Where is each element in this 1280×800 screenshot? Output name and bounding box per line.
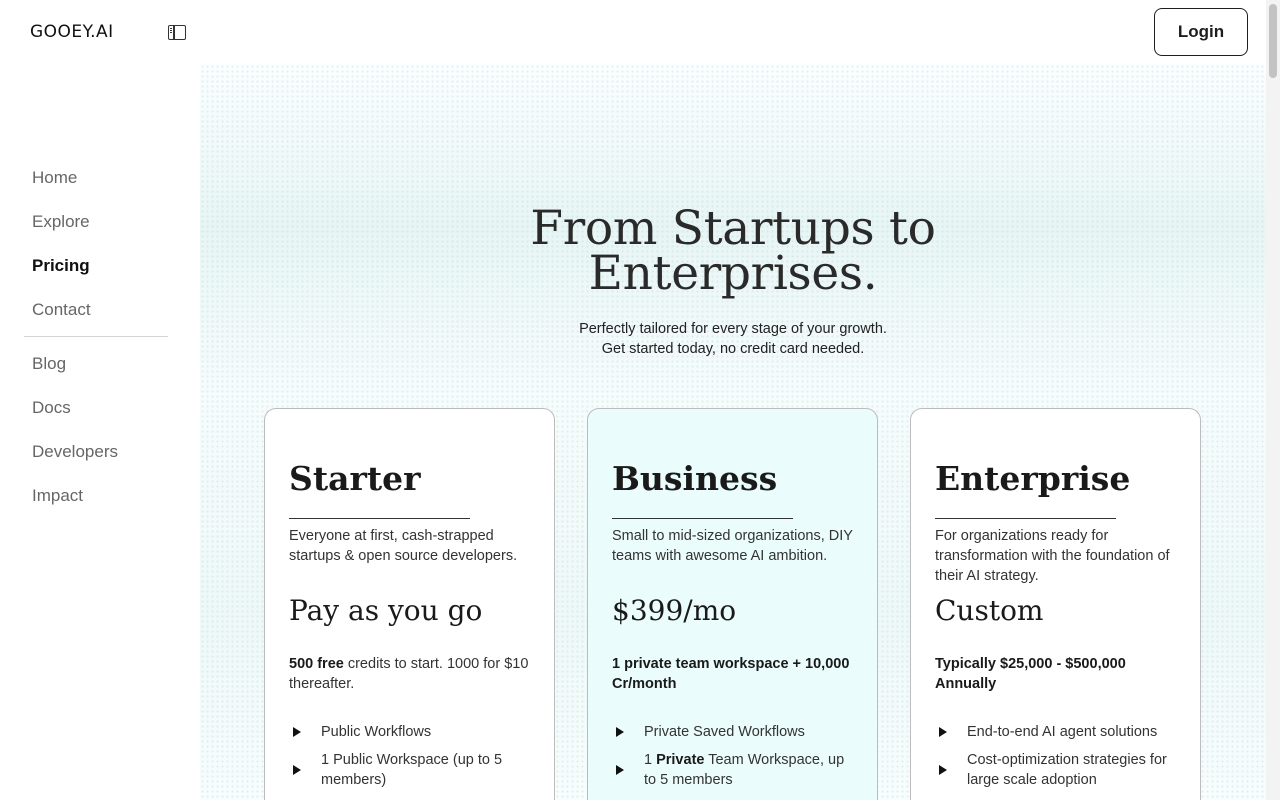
plan-divider <box>289 518 470 520</box>
plan-feature: End-to-end AI agent solutions <box>935 722 1185 742</box>
caret-right-icon <box>939 765 947 775</box>
plan-credits: 500 free credits to start. 1000 for $10 … <box>289 654 539 694</box>
plan-description: For organizations ready for transformati… <box>935 528 1170 584</box>
plan-card-enterprise: Enterprise For organizations ready for t… <box>910 408 1201 800</box>
plan-feature-text: Private Saved Workflows <box>644 724 805 740</box>
sidebar-item-home[interactable]: Home <box>32 168 77 188</box>
top-bar: GOOEY.AI Login <box>0 0 1266 64</box>
plan-credits: 1 private team workspace + 10,000 Cr/mon… <box>612 656 850 692</box>
sidebar-item-contact[interactable]: Contact <box>32 300 91 320</box>
plan-price: Pay as you go <box>289 594 483 627</box>
plan-credits-bold: 500 free <box>289 656 344 672</box>
plan-feature-text: Public Workflows <box>321 724 432 740</box>
plan-name: Starter <box>289 459 421 498</box>
sidebar-item-docs[interactable]: Docs <box>32 398 71 418</box>
sidebar-item-blog[interactable]: Blog <box>32 354 66 374</box>
plan-feature-text: Cost-optimization strategies for large s… <box>967 752 1167 788</box>
sidebar-item-explore[interactable]: Explore <box>32 212 90 232</box>
sidebar-item-impact[interactable]: Impact <box>32 486 83 506</box>
page-scrollbar[interactable] <box>1266 0 1280 800</box>
plan-price: Custom <box>935 594 1044 627</box>
plan-feature-text: 1 Public Workspace (up to 5 members) <box>321 752 503 788</box>
plan-price: $399/mo <box>612 594 737 627</box>
sidebar-item-pricing[interactable]: Pricing <box>32 256 90 276</box>
plan-card-business: Business Small to mid-sized organization… <box>587 408 878 800</box>
login-button[interactable]: Login <box>1154 8 1248 56</box>
plan-divider <box>935 518 1116 520</box>
logo[interactable]: GOOEY.AI <box>30 22 114 42</box>
page-title: From Startups to Enterprises. <box>200 205 1266 297</box>
sidebar-toggle-icon[interactable] <box>168 25 186 40</box>
caret-right-icon <box>939 727 947 737</box>
plan-name: Enterprise <box>935 459 1131 498</box>
caret-right-icon <box>293 727 301 737</box>
plan-name: Business <box>612 459 778 498</box>
plan-credits: Typically $25,000 - $500,000 Annually <box>935 656 1126 692</box>
scrollbar-thumb[interactable] <box>1269 4 1277 78</box>
plan-description: Small to mid-sized organizations, DIY te… <box>612 528 853 564</box>
page-subtitle: Perfectly tailored for every stage of yo… <box>200 319 1266 359</box>
plan-divider <box>612 518 793 520</box>
plan-feature-text: 1 Private Team Workspace, up to 5 member… <box>644 750 856 790</box>
caret-right-icon <box>616 727 624 737</box>
plan-feature: Private Saved Workflows <box>612 722 862 742</box>
plan-feature: Cost-optimization strategies for large s… <box>935 750 1185 790</box>
sidebar-item-developers[interactable]: Developers <box>32 442 118 462</box>
pricing-main: From Startups to Enterprises. Perfectly … <box>200 64 1266 800</box>
plan-description: Everyone at first, cash-strapped startup… <box>289 528 518 564</box>
page-title-line-2: Enterprises. <box>588 246 878 301</box>
page-subtitle-line-2: Get started today, no credit card needed… <box>601 341 865 357</box>
plan-card-starter: Starter Everyone at first, cash-strapped… <box>264 408 555 800</box>
plan-feature: 1 Public Workspace (up to 5 members) <box>289 750 539 790</box>
caret-right-icon <box>293 765 301 775</box>
plan-feature-pre: 1 <box>644 752 657 768</box>
sidebar-divider <box>24 336 168 337</box>
page-subtitle-line-1: Perfectly tailored for every stage of yo… <box>579 321 887 337</box>
plan-feature-bold: Private <box>656 752 705 768</box>
caret-right-icon <box>616 765 624 775</box>
sidebar: Home Explore Pricing Contact Blog Docs D… <box>0 64 200 800</box>
plan-feature-text: End-to-end AI agent solutions <box>967 724 1158 740</box>
plan-feature: Public Workflows <box>289 722 539 742</box>
plan-feature: 1 Private Team Workspace, up to 5 member… <box>612 750 862 790</box>
